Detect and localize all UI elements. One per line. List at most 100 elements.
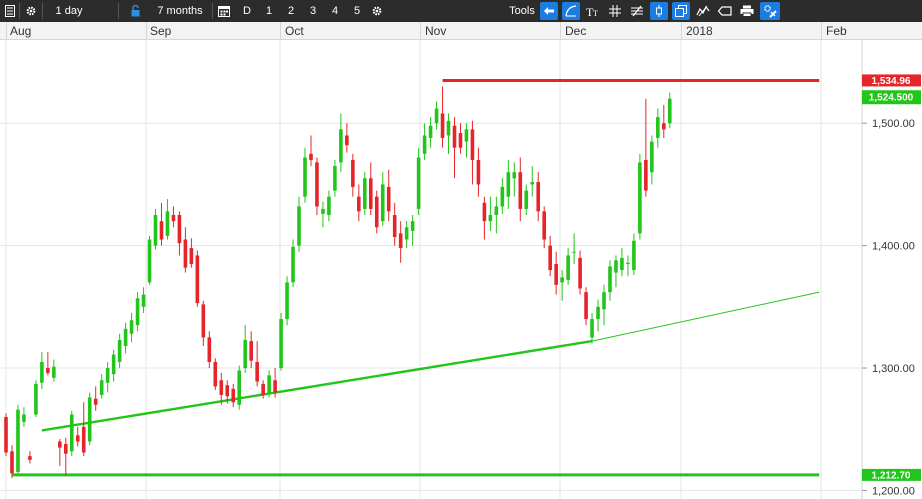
candle-body-up (667, 98, 672, 124)
candle-body-down (64, 443, 68, 454)
candle-body-down (58, 441, 62, 448)
chart-grid (5, 40, 863, 499)
period-button-d[interactable]: D (239, 0, 255, 22)
candle-body-up (321, 208, 325, 214)
month-label: Sep (150, 24, 172, 38)
fibonacci-tool-icon[interactable] (628, 0, 646, 22)
range-selector[interactable]: 7 months (150, 0, 210, 22)
candle-body-up (105, 368, 110, 383)
candle-body-up (638, 162, 642, 234)
period-button-2[interactable]: 2 (283, 0, 299, 22)
candle-body-up (111, 354, 116, 375)
candle-body-down (536, 181, 541, 212)
month-label: Feb (826, 24, 847, 38)
candle-body-up (572, 251, 576, 253)
period-label: D (243, 5, 251, 17)
candle-body-up (506, 172, 511, 197)
candle-body-down (351, 159, 355, 187)
candle-body-up (524, 190, 529, 209)
period-label: 5 (353, 5, 361, 17)
candle-body-down (75, 435, 80, 442)
overlay-icon[interactable] (672, 2, 690, 20)
interval-selector[interactable]: 1 day (46, 0, 92, 22)
horizontal-grid (0, 122, 862, 491)
back-arrow-icon[interactable] (540, 2, 558, 20)
candle-body-up (428, 125, 433, 138)
month-label: 2018 (686, 24, 713, 38)
candle-body-up (410, 221, 415, 231)
period-button-3[interactable]: 3 (305, 0, 321, 22)
price-tag-label: 1,212.70 (872, 470, 911, 481)
candle-body-up (650, 141, 654, 173)
interval-label: 1 day (55, 5, 83, 17)
candle-body-up (165, 211, 170, 236)
candle-body-up (512, 172, 517, 179)
candle-body-up (380, 184, 385, 222)
candle-body-up (291, 246, 295, 283)
indicator-tool-icon[interactable] (694, 0, 712, 22)
month-label: Oct (285, 24, 304, 38)
trend-lines[interactable] (11, 78, 820, 477)
candle-body-down (261, 383, 265, 395)
y-tick-label: 1,300.00 (872, 363, 915, 375)
period-button-4[interactable]: 4 (327, 0, 343, 22)
print-icon[interactable] (738, 0, 756, 22)
calendar-icon[interactable] (216, 0, 232, 22)
candle-body-down (357, 196, 361, 212)
candle-body-down (219, 380, 224, 395)
price-tag-label: 1,524.500 (869, 93, 914, 104)
text-tool-icon[interactable]: TT (584, 0, 602, 22)
candle-body-down (189, 248, 194, 264)
candle-body-up (327, 196, 331, 216)
candle-body-up (135, 298, 140, 326)
candle-body-down (584, 292, 588, 320)
interval-settings-gear-icon[interactable] (23, 0, 39, 22)
candle-body-down (392, 215, 397, 238)
price-chart[interactable]: 1,200.00 1,300.00 1,400.00 1,500.00 1,534.9… (0, 40, 922, 499)
candle-body-up (626, 262, 630, 264)
candle-body-up (34, 383, 38, 415)
candle-body-down (398, 233, 403, 249)
candle-body-up (99, 380, 104, 395)
period-settings-gear-icon[interactable] (369, 0, 385, 22)
range-label: 7 months (157, 5, 203, 17)
candle-body-up (153, 215, 158, 246)
candle-body-down (470, 129, 475, 160)
menu-icon[interactable] (2, 0, 18, 22)
candle-body-up (52, 366, 56, 378)
candle-style-icon[interactable] (650, 2, 668, 20)
support-trend-line[interactable] (41, 339, 593, 432)
settings-tools-icon[interactable] (760, 2, 780, 20)
candle-body-up (123, 328, 128, 346)
candle-body-down (476, 159, 481, 185)
candle-body-up (566, 255, 570, 280)
candle-body-up (560, 277, 564, 283)
candle-body-up (339, 129, 343, 163)
candle-body-up (464, 129, 469, 142)
eraser-icon[interactable] (716, 0, 734, 22)
period-button-1[interactable]: 1 (261, 0, 277, 22)
candle-body-up (297, 206, 301, 246)
candle-body-down (46, 368, 50, 373)
tools-text: Tools (509, 5, 535, 17)
candle-body-up (602, 292, 606, 310)
candle-body-down (309, 153, 313, 160)
period-button-5[interactable]: 5 (349, 0, 365, 22)
lock-icon[interactable] (128, 0, 142, 22)
grid-tool-icon[interactable] (606, 0, 624, 22)
period-label: 4 (331, 5, 339, 17)
candle-body-down (662, 123, 666, 130)
curve-tool-icon[interactable] (562, 2, 580, 20)
candle-body-down (554, 263, 558, 285)
candle-body-up (40, 361, 44, 383)
candle-body-down (578, 257, 582, 289)
candle-body-up (147, 239, 152, 283)
candle-body-down (458, 133, 463, 148)
candle-body-down (81, 426, 86, 453)
support-trend-line-extension[interactable] (591, 291, 820, 342)
candle-body-up (363, 178, 367, 209)
candle-body-up (69, 414, 74, 452)
candle-body-down (177, 215, 182, 244)
candle-body-down (195, 255, 200, 304)
candle-body-up (608, 266, 612, 293)
